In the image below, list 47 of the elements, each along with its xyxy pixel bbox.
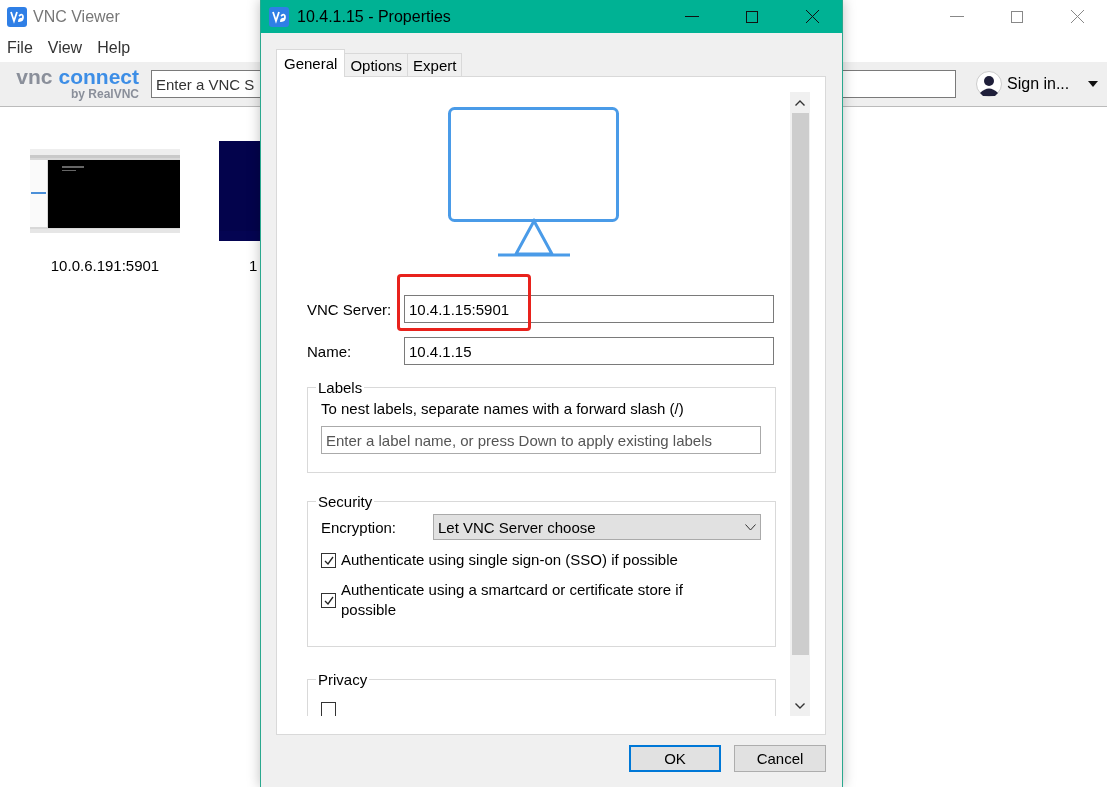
close-icon[interactable] [805,10,819,23]
tab[interactable]: Options [344,53,409,76]
app-icon [7,6,27,27]
connection-label[interactable]: 10.0.6.191:5901 [50,257,160,274]
checkbox[interactable] [321,592,336,608]
text-field[interactable]: 10.4.1.15 [404,337,774,365]
tab[interactable]: General [276,49,346,77]
window-title: VNC Viewer [33,7,120,26]
group-title: Labels [317,379,364,396]
group-title: Security [317,493,374,510]
encryption-dropdown[interactable]: Let VNC Server choose [433,514,761,540]
dialog-title: 10.4.1.15 - Properties [297,7,451,26]
field-label: Encryption: [321,518,398,536]
menu-item[interactable]: Help [97,38,131,57]
minimize-icon[interactable] [685,15,699,18]
connection-label[interactable]: 1 [219,257,258,274]
label-input-field[interactable]: Enter a label name, or press Down to apply existing labels [321,426,761,454]
field-label: Name: [307,342,353,360]
logo-wordmark: connect [58,67,139,87]
checkbox-label: Authenticate using a smartcard or certificate store if possible [341,580,684,620]
logo-wordmark: vnc [16,67,53,87]
app-icon [269,6,289,27]
user-avatar-icon [976,71,1002,97]
tab[interactable]: Expert [407,53,463,76]
dialog-button[interactable]: OK [629,745,721,772]
menu-item[interactable]: View [47,38,83,57]
dialog-button[interactable]: Cancel [734,745,826,772]
field-label: VNC Server: [307,300,393,318]
monitor-icon [447,107,620,257]
chevron-down-icon [745,523,756,531]
sign-in-button[interactable]: Sign in... [1007,75,1070,93]
text-field[interactable]: 10.4.1.15:5901 [404,295,774,323]
menu-item[interactable]: File [7,38,33,57]
minimize-icon[interactable] [950,15,964,18]
hint-text: To nest labels, separate names with a forward slash (/) [321,400,685,417]
logo-byline: by RealVNC [70,87,139,101]
checkbox[interactable] [321,702,336,716]
maximize-icon[interactable] [746,10,758,23]
close-icon[interactable] [1070,10,1084,23]
chevron-down-icon[interactable] [795,702,805,709]
checkbox-label: Authenticate using single sign-on (SSO) if possible [341,550,679,570]
chevron-up-icon[interactable] [795,99,805,106]
group-title: Privacy [317,671,369,688]
scrollbar[interactable] [790,92,810,716]
dropdown-caret-icon[interactable] [1088,81,1099,87]
maximize-icon[interactable] [1011,10,1023,23]
checkbox[interactable] [321,552,336,568]
